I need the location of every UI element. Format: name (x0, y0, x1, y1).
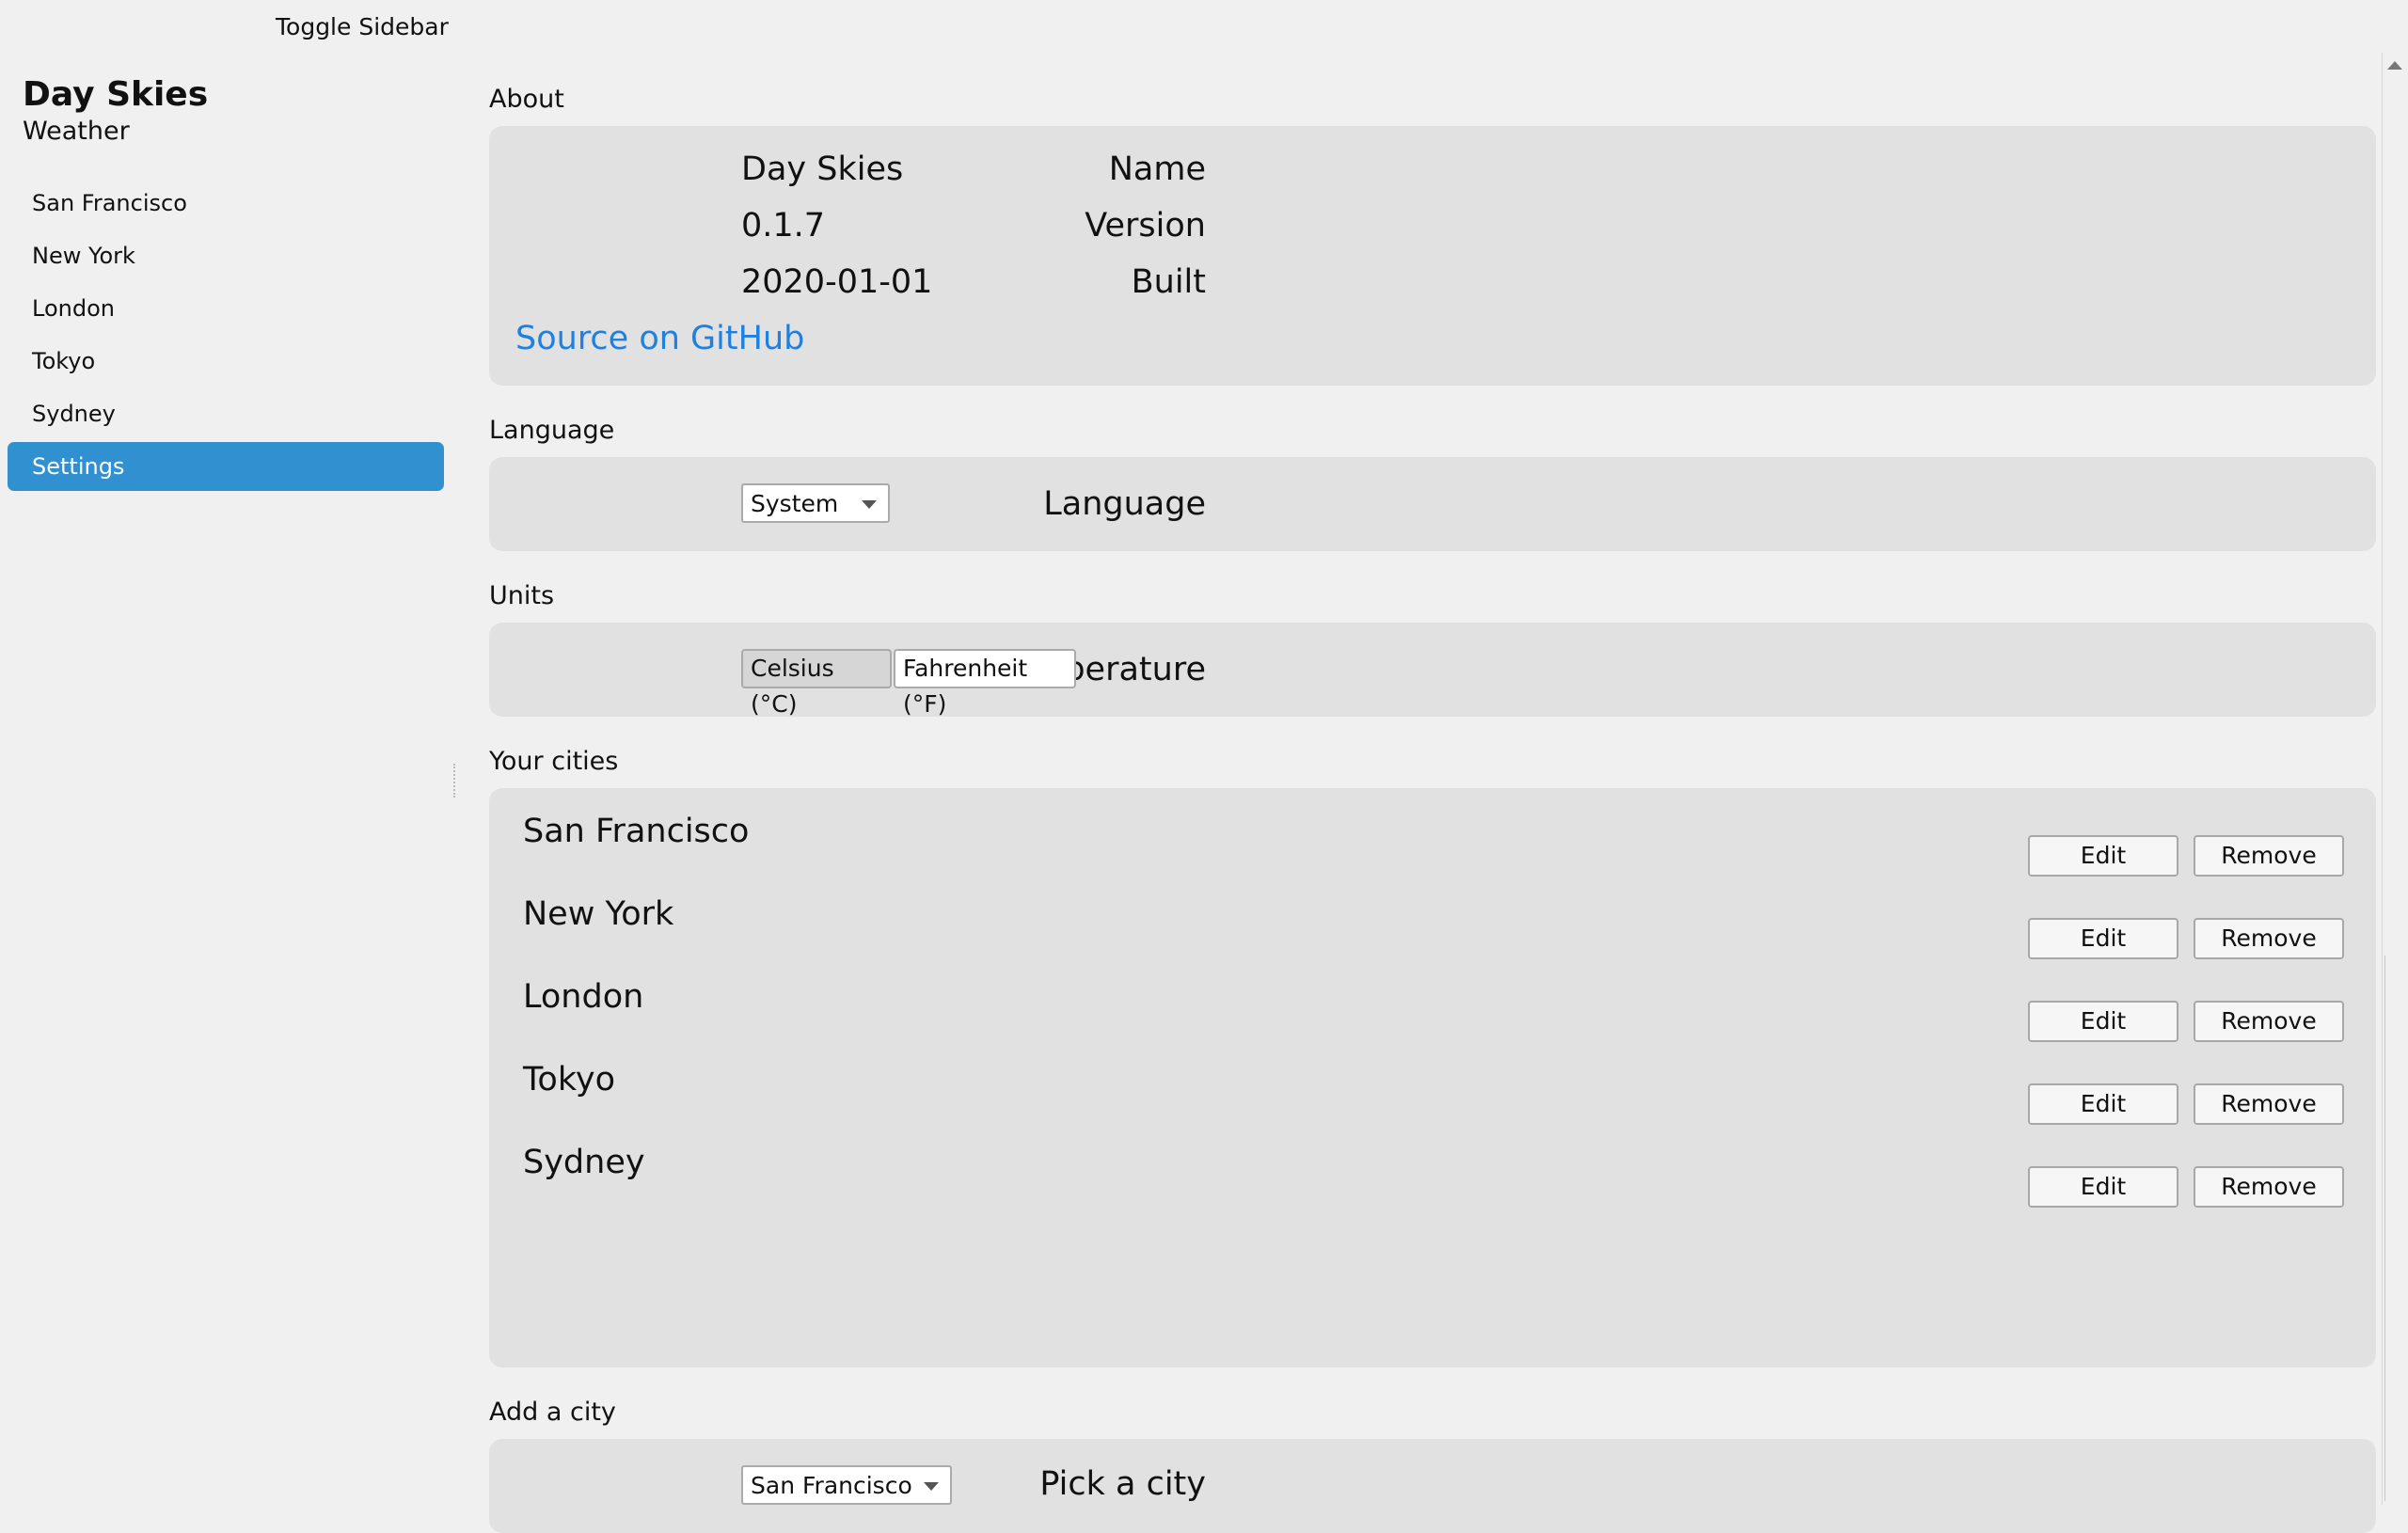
sidebar-item-san-francisco[interactable]: San Francisco (8, 179, 444, 228)
remove-city-button[interactable]: Remove (2194, 1001, 2344, 1042)
app-subtitle: Weather (23, 117, 130, 146)
version-value: 0.1.7 (741, 207, 826, 245)
scrollbar-thumb[interactable] (2384, 956, 2406, 1501)
pick-city-label: Pick a city (1039, 1465, 1206, 1503)
scroll-up-arrow-icon[interactable] (2384, 55, 2405, 75)
edit-city-button[interactable]: Edit (2028, 835, 2178, 877)
city-name: Tokyo (523, 1061, 615, 1098)
sidebar-item-sydney[interactable]: Sydney (8, 389, 444, 438)
units-panel: Temperature Celsius (°C) Fahrenheit (°F) (489, 623, 2376, 718)
add-city-panel: Pick a city San Francisco (489, 1439, 2376, 1533)
remove-city-button[interactable]: Remove (2194, 835, 2344, 877)
remove-city-button[interactable]: Remove (2194, 1083, 2344, 1125)
built-label: Built (1131, 263, 1206, 301)
sidebar-item-new-york[interactable]: New York (8, 231, 444, 280)
edit-city-button[interactable]: Edit (2028, 1083, 2178, 1125)
sidebar: Day Skies Weather San Francisco New York… (0, 0, 452, 1505)
add-city-heading: Add a city (489, 1398, 616, 1427)
city-name: London (523, 978, 644, 1016)
your-cities-heading: Your cities (489, 747, 619, 776)
city-name: New York (523, 895, 674, 933)
edit-city-button[interactable]: Edit (2028, 1166, 2178, 1208)
units-heading: Units (489, 581, 555, 610)
language-select-value: System (751, 490, 839, 517)
sidebar-splitter-handle[interactable] (453, 764, 455, 798)
fahrenheit-toggle[interactable]: Fahrenheit (°F) (894, 649, 1076, 718)
about-panel: Name Day Skies Version 0.1.7 Built 2020-… (489, 126, 2376, 386)
app-title: Day Skies (23, 75, 209, 114)
remove-city-button[interactable]: Remove (2194, 918, 2344, 959)
chevron-down-icon (924, 1482, 939, 1491)
built-value: 2020-01-01 (741, 263, 933, 301)
chevron-down-icon (862, 500, 877, 509)
edit-city-button[interactable]: Edit (2028, 1001, 2178, 1042)
language-panel: Language System (489, 457, 2376, 551)
pick-city-select-value: San Francisco (751, 1472, 912, 1499)
city-name: Sydney (523, 1144, 645, 1181)
city-name: San Francisco (523, 813, 750, 850)
edit-city-button[interactable]: Edit (2028, 918, 2178, 959)
remove-city-button[interactable]: Remove (2194, 1166, 2344, 1208)
name-label: Name (1108, 150, 1206, 188)
sidebar-item-settings[interactable]: Settings (8, 442, 444, 491)
sidebar-nav: San Francisco New York London Tokyo Sydn… (8, 179, 444, 495)
name-value: Day Skies (741, 150, 904, 188)
pick-city-select[interactable]: San Francisco (741, 1465, 952, 1505)
celsius-toggle[interactable]: Celsius (°C) (741, 649, 892, 718)
about-heading: About (489, 85, 564, 114)
source-github-link[interactable]: Source on GitHub (515, 320, 804, 357)
language-select[interactable]: System (741, 483, 890, 523)
language-heading: Language (489, 416, 615, 445)
language-label: Language (1043, 485, 1206, 523)
cities-panel: San Francisco Edit Remove New York Edit … (489, 788, 2376, 1367)
sidebar-item-tokyo[interactable]: Tokyo (8, 337, 444, 386)
sidebar-item-london[interactable]: London (8, 284, 444, 333)
version-label: Version (1085, 207, 1206, 245)
